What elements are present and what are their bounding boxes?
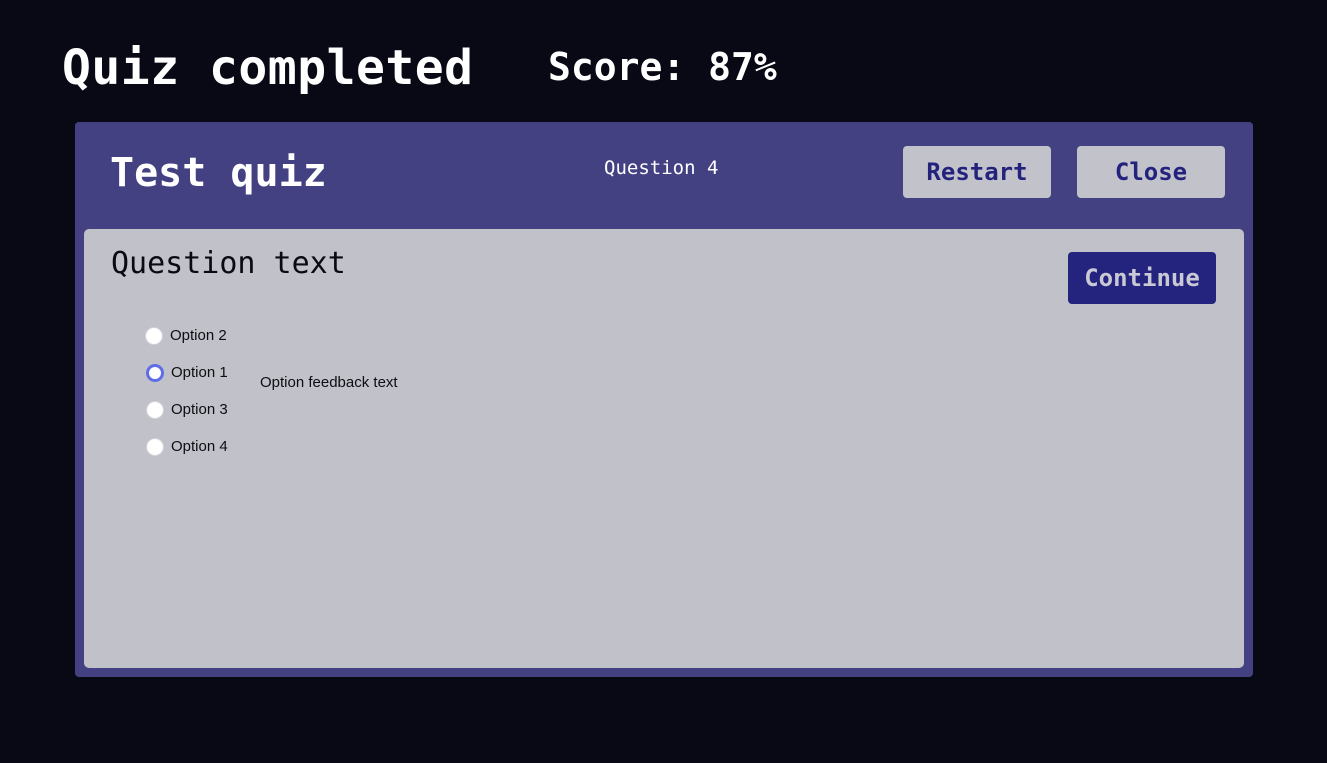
- radio-button[interactable]: [146, 401, 164, 419]
- restart-button[interactable]: Restart: [903, 146, 1051, 198]
- option-label: Option 1: [171, 364, 228, 381]
- question-card: Question text Continue Option 2 Option 1…: [84, 229, 1244, 668]
- option-label: Option 3: [171, 401, 228, 418]
- option-label: Option 4: [171, 438, 228, 455]
- option-label: Option 2: [170, 327, 227, 344]
- radio-button-selected[interactable]: [146, 364, 164, 382]
- radio-button[interactable]: [146, 438, 164, 456]
- close-button[interactable]: Close: [1077, 146, 1225, 198]
- option-item[interactable]: Option 2: [145, 325, 227, 347]
- option-item[interactable]: Option 4: [146, 436, 228, 458]
- radio-button[interactable]: [145, 327, 163, 345]
- quiz-title: Test quiz: [110, 150, 327, 196]
- score-display: Score: 87%: [548, 45, 777, 89]
- continue-button[interactable]: Continue: [1068, 252, 1216, 304]
- question-counter: Question 4: [604, 157, 719, 179]
- page-heading: Quiz completed: [62, 40, 474, 96]
- quiz-panel: Test quiz Question 4 Restart Close Quest…: [75, 122, 1253, 677]
- question-text: Question text: [111, 246, 346, 281]
- option-feedback: Option feedback text: [260, 374, 398, 391]
- option-item[interactable]: Option 3: [146, 399, 228, 421]
- option-item[interactable]: Option 1: [146, 362, 228, 384]
